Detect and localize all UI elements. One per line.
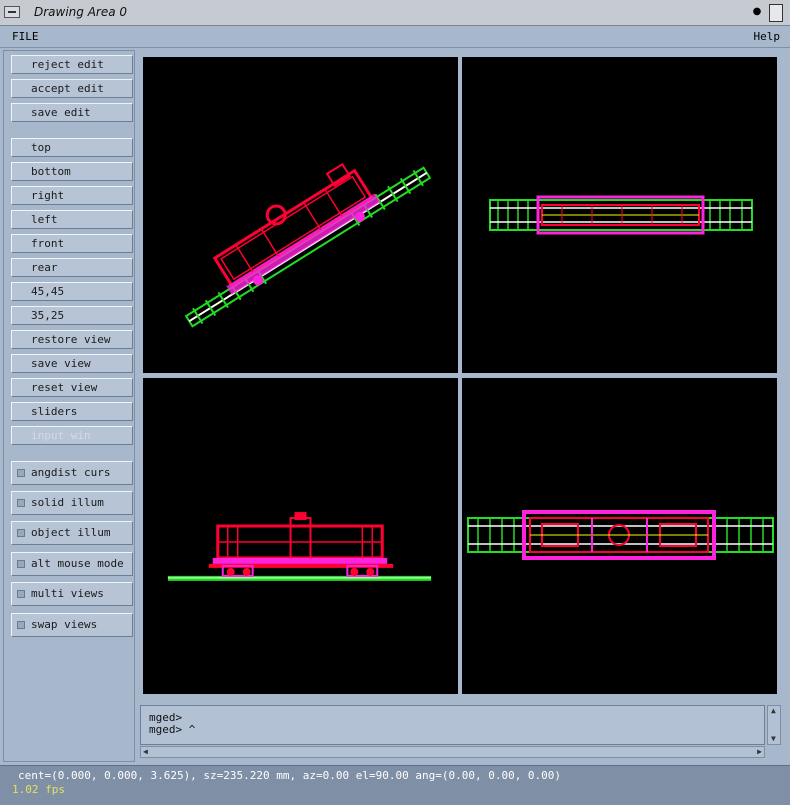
maximize-button[interactable]	[769, 4, 783, 22]
view-35-25-button[interactable]: 35,25	[11, 306, 133, 325]
scroll-up-icon[interactable]: ▲	[771, 707, 776, 715]
view-right-button[interactable]: right	[11, 186, 133, 205]
view-pane-bottom[interactable]	[462, 378, 777, 694]
view-pane-oblique[interactable]	[143, 57, 458, 373]
bottom-view-render	[467, 510, 774, 560]
accept-edit-button[interactable]: accept edit	[11, 79, 133, 98]
input-win-button[interactable]: input win	[11, 426, 133, 445]
console-prompt[interactable]: mged> ^	[149, 724, 756, 736]
view-left-button[interactable]: left	[11, 210, 133, 229]
toggle-label: multi views	[31, 587, 104, 600]
toggle-label: alt mouse mode	[31, 557, 124, 570]
console-line: mged>	[149, 711, 183, 724]
view-pane-side[interactable]	[143, 378, 458, 694]
toggle-swap-views[interactable]: swap views	[11, 613, 133, 637]
oblique-view-render	[184, 162, 432, 328]
reject-edit-button[interactable]: reject edit	[11, 55, 133, 74]
console-horizontal-scrollbar[interactable]: ◀ ▶	[140, 746, 765, 758]
toggle-multi-views[interactable]: multi views	[11, 582, 133, 606]
frame-rate: 1.02 fps	[12, 783, 65, 796]
checkbox-icon	[17, 590, 25, 598]
checkbox-icon	[17, 529, 25, 537]
scroll-right-icon[interactable]: ▶	[757, 748, 762, 756]
toggle-angdist-curs[interactable]: angdist curs	[11, 461, 133, 485]
drawing-area	[138, 52, 785, 699]
menu-bar: FILE Help	[0, 26, 790, 48]
save-view-button[interactable]: save view	[11, 354, 133, 373]
window-menu-button[interactable]	[4, 6, 20, 18]
reset-view-button[interactable]: reset view	[11, 378, 133, 397]
toggle-object-illum[interactable]: object illum	[11, 521, 133, 545]
view-bottom-button[interactable]: bottom	[11, 162, 133, 181]
toggle-solid-illum[interactable]: solid illum	[11, 491, 133, 515]
toggle-label: solid illum	[31, 496, 104, 509]
toggle-label: swap views	[31, 618, 98, 631]
caret-icon: ^	[188, 723, 196, 736]
menu-help[interactable]: Help	[754, 30, 781, 43]
checkbox-icon	[17, 621, 25, 629]
control-panel: reject edit accept edit save edit top bo…	[3, 50, 135, 762]
view-front-button[interactable]: front	[11, 234, 133, 253]
title-bar: Drawing Area 0 ●	[0, 0, 790, 26]
view-pane-top[interactable]	[462, 57, 777, 373]
view-rear-button[interactable]: rear	[11, 258, 133, 277]
status-bar: cent=(0.000, 0.000, 3.625), sz=235.220 m…	[0, 765, 790, 805]
toggle-alt-mouse-mode[interactable]: alt mouse mode	[11, 552, 133, 576]
toggle-label: object illum	[31, 526, 111, 539]
side-view-render	[167, 512, 432, 581]
toggle-label: angdist curs	[31, 466, 111, 479]
checkbox-icon	[17, 560, 25, 568]
minimize-button[interactable]: ●	[750, 5, 764, 19]
scroll-down-icon[interactable]: ▼	[771, 735, 776, 743]
checkbox-icon	[17, 469, 25, 477]
window-title: Drawing Area 0	[34, 5, 128, 19]
top-view-render	[489, 195, 753, 235]
checkbox-icon	[17, 499, 25, 507]
sliders-button[interactable]: sliders	[11, 402, 133, 421]
view-top-button[interactable]: top	[11, 138, 133, 157]
command-console[interactable]: mged> mged> ^	[140, 705, 765, 745]
menu-file[interactable]: FILE	[12, 30, 39, 43]
save-edit-button[interactable]: save edit	[11, 103, 133, 122]
view-45-45-button[interactable]: 45,45	[11, 282, 133, 301]
restore-view-button[interactable]: restore view	[11, 330, 133, 349]
console-vertical-scrollbar[interactable]: ▲ ▼	[767, 705, 781, 745]
view-parameters: cent=(0.000, 0.000, 3.625), sz=235.220 m…	[18, 769, 562, 782]
scroll-left-icon[interactable]: ◀	[143, 748, 148, 756]
